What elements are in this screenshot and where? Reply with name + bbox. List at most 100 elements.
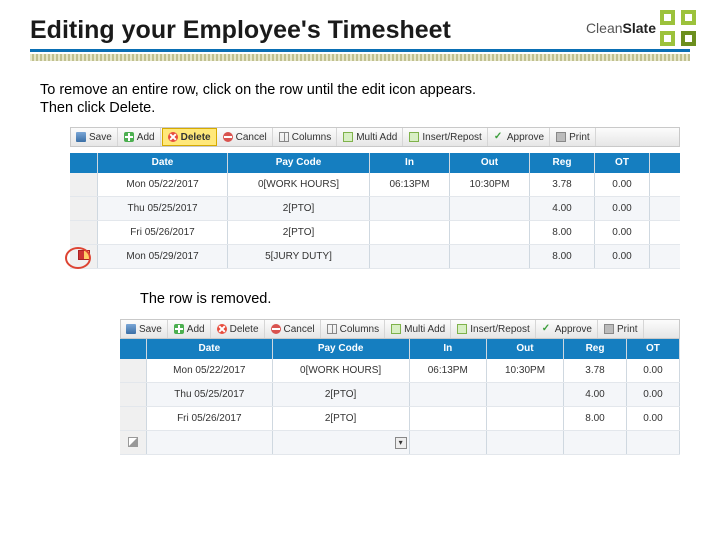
col-ot: OT (627, 339, 680, 359)
approve-label: Approve (555, 324, 592, 335)
col-in: In (410, 339, 487, 359)
cell-ot: 0.00 (627, 383, 680, 406)
col-out: Out (450, 153, 530, 173)
title-underline (30, 49, 690, 52)
multi-add-button[interactable]: Multi Add (386, 320, 451, 338)
cell-out (450, 245, 530, 268)
cell-paycode: ▾ (273, 431, 410, 454)
cell-out (487, 407, 564, 430)
cell-paycode: 5[JURY DUTY] (228, 245, 370, 268)
paycode-dropdown[interactable]: ▾ (395, 437, 407, 449)
col-ot: OT (595, 153, 650, 173)
print-button[interactable]: Print (551, 128, 596, 146)
multi-add-button[interactable]: Multi Add (338, 128, 403, 146)
caption-row-removed: The row is removed. (0, 287, 720, 315)
row-handle[interactable] (120, 431, 147, 454)
cell-reg: 3.78 (530, 173, 595, 196)
cancel-icon (271, 324, 281, 334)
row-handle[interactable] (120, 383, 147, 406)
insert-repost-label: Insert/Repost (470, 324, 529, 335)
cell-in (410, 407, 487, 430)
delete-icon (217, 324, 227, 334)
col-in: In (370, 153, 450, 173)
plus-icon (124, 132, 134, 142)
table-row[interactable]: Mon 05/29/20175[JURY DUTY]8.000.00 (70, 245, 680, 269)
table-row[interactable]: Mon 05/22/20170[WORK HOURS]06:13PM10:30P… (120, 359, 680, 383)
edit-icon (128, 437, 138, 447)
cell-in (370, 197, 450, 220)
col-selector (70, 153, 98, 173)
col-reg: Reg (564, 339, 627, 359)
cell-in: 06:13PM (370, 173, 450, 196)
approve-button[interactable]: ✓Approve (489, 128, 550, 146)
delete-button[interactable]: Delete (212, 320, 265, 338)
cell-reg: 3.78 (564, 359, 627, 382)
cell-reg: 4.00 (530, 197, 595, 220)
cell-date: Fri 05/26/2017 (98, 221, 228, 244)
print-label: Print (569, 132, 590, 143)
cell-in (370, 221, 450, 244)
cell-in (410, 431, 487, 454)
save-label: Save (139, 324, 162, 335)
cell-reg: 4.00 (564, 383, 627, 406)
columns-icon (279, 132, 289, 142)
columns-button[interactable]: Columns (322, 320, 385, 338)
columns-label: Columns (292, 132, 331, 143)
check-icon: ✓ (542, 324, 552, 334)
save-button[interactable]: Save (71, 128, 118, 146)
row-handle[interactable] (70, 173, 98, 196)
columns-button[interactable]: Columns (274, 128, 337, 146)
table-row[interactable]: Fri 05/26/20172[PTO]8.000.00 (120, 407, 680, 431)
cell-ot: 0.00 (595, 173, 650, 196)
toolbar-1: Save Add Delete Cancel Columns Multi Add… (70, 127, 680, 147)
insert-repost-button[interactable]: Insert/Repost (404, 128, 487, 146)
cancel-button[interactable]: Cancel (218, 128, 273, 146)
row-handle[interactable] (120, 407, 147, 430)
cell-in: 06:13PM (410, 359, 487, 382)
cell-out: 10:30PM (450, 173, 530, 196)
cancel-button[interactable]: Cancel (266, 320, 321, 338)
table-row[interactable]: Mon 05/22/20170[WORK HOURS]06:13PM10:30P… (70, 173, 680, 197)
columns-label: Columns (340, 324, 379, 335)
save-button[interactable]: Save (121, 320, 168, 338)
logo-text: CleanSlate (586, 20, 656, 36)
col-out: Out (487, 339, 564, 359)
cell-ot: 0.00 (627, 407, 680, 430)
cell-date: Thu 05/25/2017 (147, 383, 273, 406)
row-handle[interactable] (70, 221, 98, 244)
cell-out: 10:30PM (487, 359, 564, 382)
multi-add-label: Multi Add (404, 324, 445, 335)
add-button[interactable]: Add (169, 320, 211, 338)
cell-date: Mon 05/22/2017 (147, 359, 273, 382)
cell-in (410, 383, 487, 406)
delete-label: Delete (181, 132, 211, 143)
sheet-icon (391, 324, 401, 334)
table-row[interactable]: Thu 05/25/20172[PTO]4.000.00 (70, 197, 680, 221)
row-handle[interactable] (120, 359, 147, 382)
delete-label: Delete (230, 324, 259, 335)
cell-ot: 0.00 (595, 197, 650, 220)
delete-button[interactable]: Delete (162, 128, 217, 146)
row-handle[interactable] (70, 197, 98, 220)
approve-label: Approve (507, 132, 544, 143)
table-row[interactable]: Thu 05/25/20172[PTO] 4.000.00 (120, 383, 680, 407)
sheet-icon (409, 132, 419, 142)
insert-repost-button[interactable]: Insert/Repost (452, 320, 535, 338)
table-row[interactable]: Fri 05/26/20172[PTO]8.000.00 (70, 221, 680, 245)
add-button[interactable]: Add (119, 128, 161, 146)
timesheet-grid-before: Date Pay Code In Out Reg OT Mon 05/22/20… (70, 153, 680, 269)
check-icon: ✓ (494, 132, 504, 142)
cell-in (370, 245, 450, 268)
cell-paycode: 2[PTO] (228, 197, 370, 220)
table-row[interactable]: ▾ (120, 431, 680, 455)
sheet-icon (457, 324, 467, 334)
print-button[interactable]: Print (599, 320, 644, 338)
logo-text-light: Clean (586, 20, 623, 36)
cell-paycode: 2[PTO] (273, 383, 410, 406)
instruction-block: To remove an entire row, click on the ro… (0, 71, 720, 123)
sheet-icon (343, 132, 353, 142)
approve-button[interactable]: ✓Approve (537, 320, 598, 338)
insert-repost-label: Insert/Repost (422, 132, 481, 143)
columns-icon (327, 324, 337, 334)
instruction-line-2: Then click Delete. (40, 99, 680, 117)
